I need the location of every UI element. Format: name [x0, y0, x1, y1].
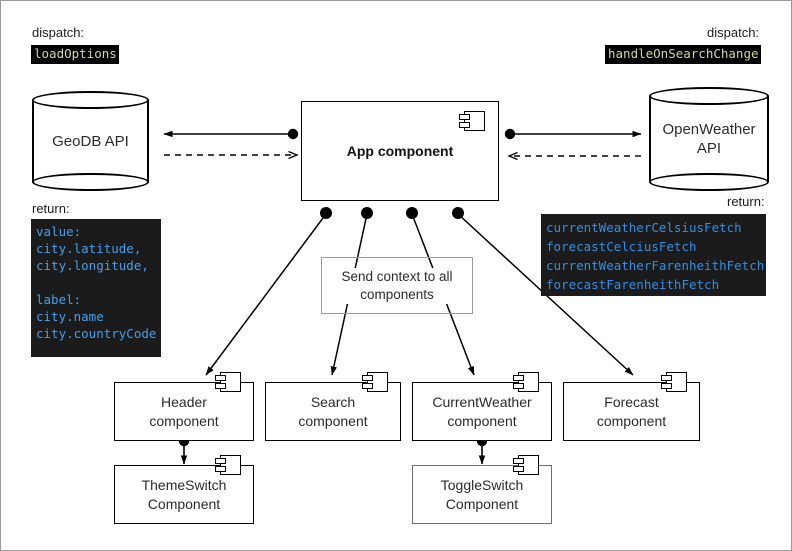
uml-component-icon	[215, 455, 241, 475]
return-right-code: currentWeatherCelsiusFetch forecastCelci…	[541, 214, 766, 296]
datastore-openweather-label: OpenWeather API	[649, 87, 769, 191]
uml-component-icon	[513, 372, 539, 392]
uml-component-icon	[459, 111, 485, 131]
wire-app-to-openweather	[504, 128, 642, 140]
datastore-openweather-api: OpenWeather API	[649, 87, 769, 191]
dispatch-left-caption: dispatch:	[32, 25, 85, 40]
component-toggleswitch-line2: Component	[445, 495, 519, 512]
uml-component-icon	[215, 372, 241, 392]
wire-app-to-header	[205, 207, 332, 376]
uml-component-icon	[362, 372, 388, 392]
datastore-geodb-api: GeoDB API	[32, 91, 149, 191]
component-header-line1: Header	[161, 393, 207, 410]
component-header-line2: component	[149, 412, 219, 429]
component-toggleswitch-line1: ToggleSwitch	[440, 476, 524, 493]
component-themeswitch-line1: ThemeSwitch	[141, 476, 227, 493]
uml-component-icon	[513, 455, 539, 475]
component-currentweather-line1: CurrentWeather	[432, 393, 532, 410]
dispatch-right-value: handleOnSearchChange	[605, 45, 761, 64]
note-line1: Send context to all	[341, 268, 453, 284]
dispatch-left-value-chip: loadOptions	[31, 45, 119, 64]
component-currentweather-line2: component	[447, 412, 517, 429]
component-app-label: App component	[346, 142, 454, 159]
return-left-code: value: city.latitude, city.longitude, la…	[31, 219, 161, 357]
uml-component-icon	[661, 372, 687, 392]
datastore-openweather-label-line2: API	[696, 140, 722, 157]
dispatch-left-value: loadOptions	[31, 45, 119, 64]
component-forecast-line2: component	[596, 412, 667, 429]
component-search-line1: Search	[310, 393, 356, 410]
diagram-canvas: dispatch: loadOptions dispatch: handleOn…	[0, 0, 792, 551]
note-line2: components	[360, 286, 434, 302]
wire-app-to-geodb	[163, 128, 299, 140]
component-search-line2: component	[298, 412, 368, 429]
datastore-openweather-label-line1: OpenWeather	[662, 121, 756, 138]
return-left-caption: return:	[32, 201, 70, 216]
dispatch-right-value-chip: handleOnSearchChange	[605, 45, 761, 64]
component-themeswitch-line2: Component	[147, 495, 221, 512]
component-forecast-line1: Forecast	[604, 393, 659, 410]
dispatch-right-caption: dispatch:	[707, 25, 760, 40]
note-send-context: Send context to all components	[321, 257, 473, 314]
datastore-geodb-label: GeoDB API	[52, 132, 129, 150]
return-right-caption: return:	[727, 194, 765, 209]
